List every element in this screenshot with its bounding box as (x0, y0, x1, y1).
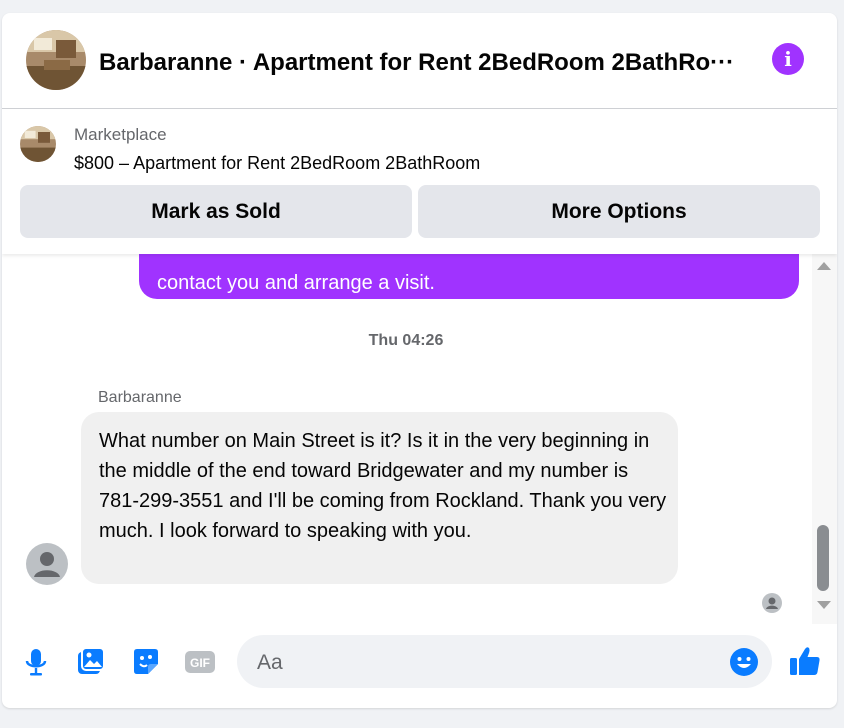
image-icon[interactable] (75, 646, 107, 678)
listing-thumbnail[interactable] (20, 126, 56, 162)
sender-name: Barbaranne (98, 389, 182, 406)
marketplace-listing-bar: Marketplace $800 – Apartment for Rent 2B… (2, 109, 837, 254)
listing-title[interactable]: $800 – Apartment for Rent 2BedRoom 2Bath… (74, 153, 480, 174)
listing-avatar[interactable] (26, 30, 86, 90)
message-timestamp: Thu 04:26 (368, 332, 444, 349)
message-input[interactable] (255, 635, 719, 690)
outgoing-message: contact you and arrange a visit. (139, 254, 799, 299)
message-input-field[interactable] (237, 635, 772, 690)
seen-receipt-avatar (762, 593, 782, 613)
incoming-message: What number on Main Street is it? Is it … (81, 412, 678, 584)
message-thread: contact you and arrange a visit. Thu 04:… (2, 254, 810, 624)
gif-icon[interactable]: GIF (184, 646, 216, 678)
microphone-icon[interactable] (20, 646, 52, 678)
more-options-button[interactable]: More Options (418, 185, 820, 238)
thumbs-up-icon[interactable] (788, 644, 820, 676)
mark-as-sold-button[interactable]: Mark as Sold (20, 185, 412, 238)
sender-avatar[interactable] (26, 543, 68, 585)
outgoing-message-text: contact you and arrange a visit. (157, 272, 435, 294)
message-composer: GIF (2, 624, 837, 708)
chat-window: Barbaranne · Apartment for Rent 2BedRoom… (2, 13, 837, 708)
sticker-icon[interactable] (130, 646, 162, 678)
info-icon[interactable]: i (772, 43, 804, 75)
scroll-up-icon[interactable] (817, 262, 831, 270)
chat-header: Barbaranne · Apartment for Rent 2BedRoom… (2, 13, 837, 109)
scroll-down-icon[interactable] (817, 601, 831, 609)
chat-scrollbar[interactable] (812, 254, 837, 624)
marketplace-label: Marketplace (74, 125, 167, 144)
incoming-message-text: What number on Main Street is it? Is it … (99, 430, 667, 542)
emoji-icon[interactable] (729, 647, 759, 677)
gif-label: GIF (190, 656, 210, 670)
chat-title[interactable]: Barbaranne · Apartment for Rent 2BedRoom… (99, 49, 739, 77)
scrollbar-thumb[interactable] (817, 525, 829, 591)
